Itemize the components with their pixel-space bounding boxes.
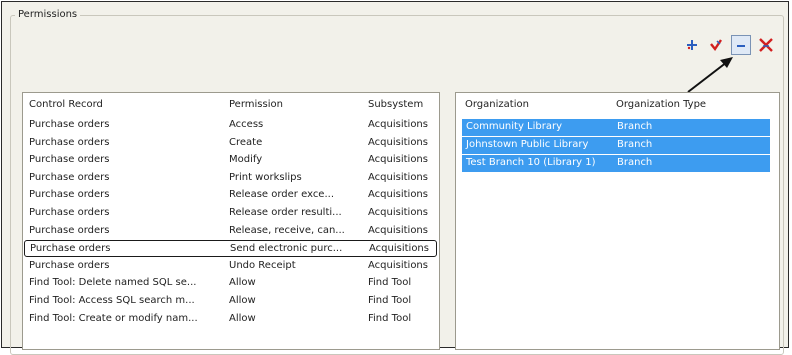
permission-cell: Allow <box>229 312 256 324</box>
organization-type-cell: Branch <box>617 157 653 168</box>
table-row[interactable]: Purchase orders Access Acquisitions <box>23 117 439 134</box>
permission-cell: Modify <box>229 154 263 166</box>
organization-cell: Community Library <box>466 121 563 132</box>
permission-cell: Release order exce... <box>229 189 334 201</box>
column-header-organization-type[interactable]: Organization Type <box>616 99 706 110</box>
permission-cell: Allow <box>229 295 256 306</box>
add-button[interactable] <box>682 35 702 55</box>
organizations-list[interactable]: Organization Organization Type Community… <box>455 92 780 350</box>
group-title: Permissions <box>15 9 81 20</box>
remove-button[interactable] <box>731 35 751 55</box>
permission-cell: Release, receive, can... <box>229 224 345 236</box>
permission-cell: Access <box>229 119 264 130</box>
organization-cell: Test Branch 10 (Library 1) <box>466 157 596 168</box>
table-row[interactable]: Find Tool: Create or modify nam... Allow F… <box>23 311 439 328</box>
column-header-subsystem[interactable]: Subsystem <box>368 99 423 110</box>
control-record-cell: Purchase orders <box>29 259 110 271</box>
permission-cell: Allow <box>229 277 256 289</box>
subsystem-cell: Acquisitions <box>368 189 428 201</box>
permission-cell: Create <box>229 136 263 148</box>
subsystem-cell: Acquisitions <box>369 243 429 255</box>
table-row[interactable]: Purchase orders Create Acquisitions <box>23 135 439 152</box>
subsystem-cell: Acquisitions <box>368 207 428 218</box>
edit-check-button[interactable] <box>706 35 726 55</box>
organization-row[interactable]: Johnstown Public Library Branch <box>462 137 770 154</box>
table-row[interactable]: Purchase orders Modify Acquisitions <box>23 152 439 169</box>
control-record-cell: Purchase orders <box>29 189 110 201</box>
table-row[interactable]: Purchase orders Release, receive, can... A… <box>23 223 439 240</box>
control-record-cell: Purchase orders <box>29 207 110 218</box>
subsystem-cell: Acquisitions <box>368 119 428 130</box>
table-row-highlighted[interactable]: Purchase orders Send electronic purc... Ac… <box>24 240 437 258</box>
permissions-toolbar <box>682 35 782 59</box>
subsystem-cell: Acquisitions <box>368 154 428 166</box>
table-row[interactable]: Purchase orders Release order resulti... A… <box>23 205 439 222</box>
column-header-organization[interactable]: Organization <box>465 99 529 110</box>
control-record-cell: Find Tool: Access SQL search m... <box>29 295 195 306</box>
control-record-cell: Find Tool: Delete named SQL se... <box>29 277 197 289</box>
control-record-cell: Purchase orders <box>30 243 111 255</box>
subsystem-cell: Acquisitions <box>368 171 428 183</box>
delete-all-button[interactable] <box>756 35 776 55</box>
subsystem-cell: Acquisitions <box>368 259 428 271</box>
permission-cell: Print workslips <box>229 171 302 183</box>
organization-row[interactable]: Community Library Branch <box>462 119 770 136</box>
add-icon <box>685 38 699 52</box>
control-record-cell: Purchase orders <box>29 136 110 148</box>
edit-check-icon <box>709 38 723 52</box>
control-record-cell: Purchase orders <box>29 224 110 236</box>
column-header-control-record[interactable]: Control Record <box>29 99 103 110</box>
permission-cell: Undo Receipt <box>229 259 296 271</box>
table-row[interactable]: Purchase orders Print workslips Acquisitio… <box>23 170 439 187</box>
control-record-cell: Purchase orders <box>29 119 110 130</box>
table-row[interactable]: Find Tool: Delete named SQL se... Allow Fi… <box>23 275 439 292</box>
table-row[interactable]: Find Tool: Access SQL search m... Allow Fi… <box>23 293 439 310</box>
table-row[interactable]: Purchase orders Undo Receipt Acquisitions <box>23 258 439 275</box>
control-record-cell: Find Tool: Create or modify nam... <box>29 312 198 324</box>
column-header-permission[interactable]: Permission <box>229 99 283 110</box>
permission-cell: Release order resulti... <box>229 207 342 218</box>
subsystem-cell: Find Tool <box>368 295 412 306</box>
subsystem-cell: Find Tool <box>368 277 412 289</box>
control-record-cell: Purchase orders <box>29 171 110 183</box>
permission-cell: Send electronic purc... <box>230 243 343 255</box>
subsystem-cell: Find Tool <box>368 312 412 324</box>
organization-type-cell: Branch <box>617 139 653 150</box>
organization-row[interactable]: Test Branch 10 (Library 1) Branch <box>462 155 770 172</box>
permissions-list[interactable]: Control Record Permission Subsystem Purc… <box>22 92 440 350</box>
delete-all-icon <box>758 37 774 53</box>
subsystem-cell: Acquisitions <box>368 224 428 236</box>
subsystem-cell: Acquisitions <box>368 136 428 148</box>
organization-type-cell: Branch <box>617 121 653 132</box>
organization-cell: Johnstown Public Library <box>466 139 589 150</box>
remove-icon <box>734 38 748 52</box>
table-row[interactable]: Purchase orders Release order exce... Acqu… <box>23 187 439 204</box>
control-record-cell: Purchase orders <box>29 154 110 166</box>
